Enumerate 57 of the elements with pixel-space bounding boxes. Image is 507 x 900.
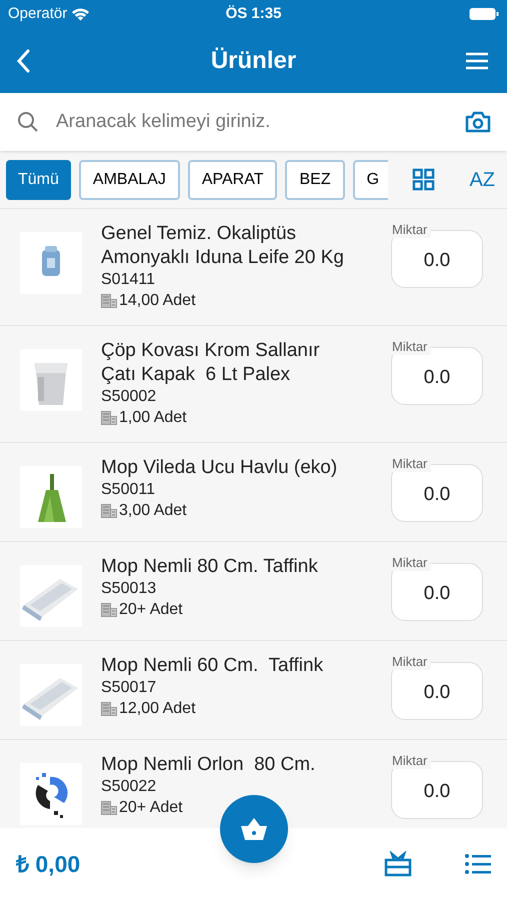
quantity-field[interactable]: Miktar 0.0: [391, 222, 483, 288]
field-value: 0.0: [422, 483, 452, 507]
search-icon: [16, 110, 40, 134]
category-chip[interactable]: BEZ: [285, 160, 345, 200]
field-value: 0.0: [422, 366, 452, 390]
product-code: S50017: [101, 678, 158, 698]
product-name: Mop Nemli 80 Cm. Taffink: [101, 555, 319, 579]
field-value: 0.0: [422, 681, 452, 705]
field-value: 0.0: [422, 780, 452, 804]
search-field[interactable]: Aranacak kelimeyi giriniz.: [56, 108, 449, 136]
stock-amount: 20+ Adet: [119, 798, 183, 818]
warehouse-icon: [101, 603, 117, 617]
category-chip[interactable]: G: [352, 160, 388, 200]
product-code: S50002: [101, 387, 158, 407]
stock-amount: 3,00 Adet: [119, 501, 187, 521]
camera-icon[interactable]: [465, 110, 491, 134]
product-name: Mop Nemli 60 Cm. Taffink: [101, 654, 324, 678]
list-icon[interactable]: [465, 853, 491, 875]
search-bar[interactable]: Aranacak kelimeyi giriniz.: [0, 93, 507, 151]
grid-view-icon[interactable]: [412, 168, 436, 191]
stock-amount: 12,00 Adet: [119, 699, 196, 719]
quantity-field[interactable]: Miktar 0.0: [391, 339, 483, 405]
carrier-name: Operatör: [8, 4, 68, 24]
basket-icon: [240, 817, 268, 841]
category-chip[interactable]: APARAT: [188, 160, 278, 200]
sort-button[interactable]: AZ: [469, 164, 495, 194]
total-amount: ₺ 0,00: [16, 850, 80, 879]
warehouse-icon: [101, 294, 117, 308]
page-title: Ürünler: [210, 46, 296, 76]
quantity-field[interactable]: Miktar 0.0: [391, 555, 483, 621]
stock-amount: 20+ Adet: [119, 600, 183, 620]
quantity-field[interactable]: Miktar 0.0: [391, 456, 483, 522]
product-code: S50013: [101, 579, 158, 599]
warehouse-icon: [101, 504, 117, 518]
gift-card-icon[interactable]: [384, 851, 412, 877]
status-time: ÖS 1:35: [226, 4, 282, 24]
product-code: S50022: [101, 777, 158, 797]
product-name: Çöp Kovası Krom Sallanır Çatı Kapak 6 Lt Palex: [101, 339, 321, 387]
stock-amount: 14,00 Adet: [119, 291, 196, 311]
stock-amount: 1,00 Adet: [119, 408, 187, 428]
product-name: Mop Nemli Orlon 80 Cm.: [101, 753, 316, 777]
chevron-left-icon: [16, 48, 30, 72]
field-value: 0.0: [422, 582, 452, 606]
warehouse-icon: [101, 411, 117, 425]
product-name: Genel Temiz. Okaliptüs Amonyaklı Iduna Leife 20 Kg: [101, 222, 345, 270]
product-code: S50011: [101, 480, 156, 500]
category-chip[interactable]: AMBALAJ: [78, 160, 180, 200]
quantity-field[interactable]: Miktar 0.0: [391, 753, 483, 819]
product-name: Mop Vileda Ucu Havlu (eko): [101, 456, 338, 480]
category-chip[interactable]: Tümü: [6, 160, 71, 200]
wifi-icon: [71, 7, 90, 21]
battery-icon: [469, 7, 499, 21]
quantity-field[interactable]: Miktar 0.0: [391, 654, 483, 720]
product-code: S01411: [101, 270, 156, 290]
warehouse-icon: [101, 702, 117, 716]
field-value: 0.0: [422, 249, 452, 273]
warehouse-icon: [101, 801, 117, 815]
